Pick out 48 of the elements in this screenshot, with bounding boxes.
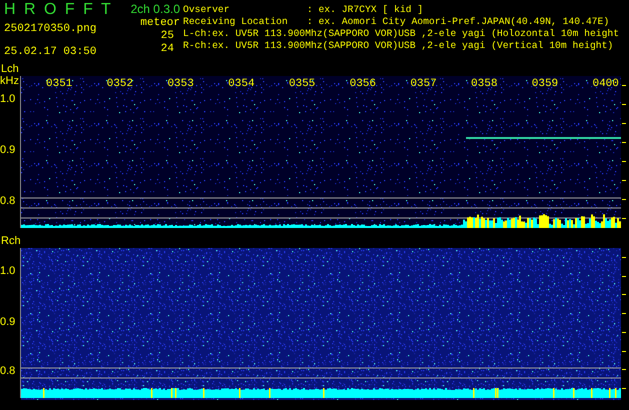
channel-label: Lch [0,62,20,76]
frequency-tick-label: 0.9 [0,144,16,156]
file-name: 2502170350.png [4,23,98,35]
tick-mark [622,199,626,200]
tick-mark [622,161,626,162]
tick-mark [622,104,626,105]
tick-mark [622,369,626,370]
frequency-tick-label: 0.9 [0,316,16,328]
tick-mark [622,294,626,296]
frequency-tick-label: 0.8 [0,194,16,207]
time-label: 0351 [45,78,74,90]
channel-setup-text: L-ch:ex. UV5R 113.900Mhz(SAPPORO VOR)USB ,2-ele yagi (Holozontal 10m height [183,28,620,40]
time-label: 0359 [530,78,560,90]
meteor-count: 25 [160,31,174,42]
time-label: 0357 [409,78,438,90]
app-title: H R O F F T [4,1,111,19]
tick-mark [622,142,626,143]
tick-mark [622,350,626,352]
time-label: 0353 [166,78,195,90]
time-label: 0356 [348,78,377,90]
info-value: : ex. JR7CYX [ kid ] [306,4,424,15]
frequency-tick-label: 1.0 [0,264,16,276]
time-label: 0354 [227,78,256,90]
unit-label: kHz [0,75,19,87]
tick-mark [622,218,626,219]
time-label: 0358 [470,78,498,90]
tick-mark [622,276,626,277]
meteor-count: 24 [160,44,174,55]
time-label: 0355 [288,78,316,90]
tick-mark [622,313,626,314]
tick-mark [622,123,626,124]
meteor-label: meteor [140,18,180,29]
tick-mark [622,256,626,258]
channel-label: Rch [0,234,20,248]
info-value: : ex. Aomori City Aomori-Pref.JAPAN(40.49N, 140.47E) [306,16,610,27]
tick-mark [622,180,626,181]
channel-setup-text: R-ch:ex. UV5R 113.900Mhz(SAPPORO VOR)USB ,2-ele yagi (Vertical 10m height) [183,40,614,52]
info-label: Ovserver [183,4,231,16]
tick-mark [622,332,626,333]
version-label: 2ch 0.3.0 [130,4,180,15]
frequency-tick-label: 0.8 [0,365,16,377]
tick-mark [622,388,626,390]
time-label: 0400 [591,78,620,90]
tick-mark [622,85,626,86]
info-label: Receiving Location [183,16,289,28]
time-label: 0352 [106,78,134,90]
timestamp: 25.02.17 03:50 [4,46,98,58]
frequency-tick-label: 1.0 [0,92,16,105]
